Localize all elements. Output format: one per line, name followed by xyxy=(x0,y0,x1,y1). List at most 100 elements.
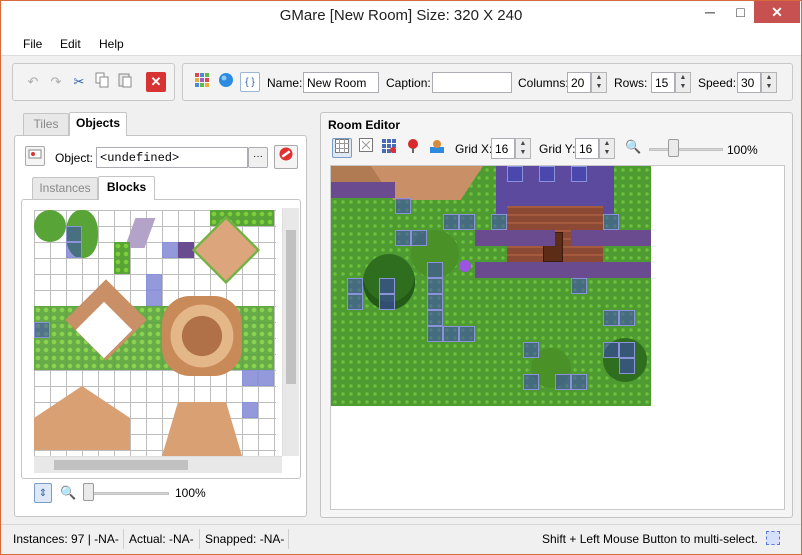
instance-marker[interactable] xyxy=(443,326,459,342)
instance-marker[interactable] xyxy=(427,310,443,326)
zoom-slider-track[interactable] xyxy=(83,492,169,495)
grid-y-input[interactable] xyxy=(575,138,599,159)
tile-grass xyxy=(114,242,130,274)
instance-marker[interactable] xyxy=(427,294,443,310)
menu-bar: File Edit Help xyxy=(1,32,801,56)
room-zoom-slider-thumb[interactable] xyxy=(667,139,679,157)
browse-object-button[interactable]: ··· xyxy=(248,147,268,168)
grid-icon[interactable] xyxy=(192,72,212,92)
tab-objects[interactable]: Objects xyxy=(69,112,127,136)
instance-marker[interactable] xyxy=(555,374,571,390)
instance-layer-icon[interactable] xyxy=(427,138,447,158)
instance-marker[interactable] xyxy=(539,166,555,182)
columns-label: Columns: xyxy=(518,76,569,90)
delete-icon[interactable]: ✕ xyxy=(146,72,166,92)
clear-object-icon[interactable] xyxy=(274,145,298,169)
room-name-input[interactable] xyxy=(303,72,379,93)
instance-marker[interactable] xyxy=(427,262,443,278)
instance-marker[interactable] xyxy=(443,214,459,230)
instance-marker[interactable] xyxy=(523,342,539,358)
snap-toggle-icon[interactable]: ⇕ xyxy=(34,483,52,503)
instance-marker[interactable] xyxy=(459,326,475,342)
instance-marker[interactable] xyxy=(491,214,507,230)
zoom-slider-thumb[interactable] xyxy=(83,483,94,501)
instance-marker[interactable] xyxy=(523,374,539,390)
tab-tiles[interactable]: Tiles xyxy=(23,113,69,135)
background-color-icon[interactable] xyxy=(216,72,236,92)
close-button[interactable]: ✕ xyxy=(754,1,800,23)
room-canvas[interactable] xyxy=(331,166,651,406)
menu-file[interactable]: File xyxy=(23,37,42,51)
blocks-tileset[interactable] xyxy=(34,210,276,456)
speed-stepper[interactable]: ▲ ▼ xyxy=(761,72,777,93)
blocks-vertical-scrollbar[interactable] xyxy=(282,208,299,456)
instance-marker[interactable] xyxy=(603,342,619,358)
paste-icon[interactable] xyxy=(115,72,135,92)
instance-marker[interactable] xyxy=(379,294,395,310)
block-marker xyxy=(66,242,82,258)
speed-label: Speed: xyxy=(698,76,737,90)
snap-grid-icon[interactable] xyxy=(356,138,376,158)
fence-row xyxy=(475,262,651,278)
grid-y-stepper[interactable]: ▲ ▼ xyxy=(599,138,615,159)
redo-icon[interactable]: ↷ xyxy=(46,72,66,92)
show-grid-icon[interactable] xyxy=(332,138,352,158)
instance-marker[interactable] xyxy=(427,278,443,294)
instance-marker[interactable] xyxy=(571,374,587,390)
room-canvas-viewport[interactable] xyxy=(330,165,785,510)
speed-input[interactable] xyxy=(737,72,761,93)
menu-help[interactable]: Help xyxy=(99,37,124,51)
object-layer-icon[interactable] xyxy=(403,138,423,158)
instance-marker[interactable] xyxy=(395,198,411,214)
tab-blocks[interactable]: Blocks xyxy=(98,176,155,200)
tile-dirt xyxy=(34,386,130,450)
scroll-thumb[interactable] xyxy=(286,230,296,384)
instance-marker[interactable] xyxy=(571,278,587,294)
tile-dirt xyxy=(162,402,242,456)
instance-marker[interactable] xyxy=(619,358,635,374)
minimize-button[interactable]: ─ xyxy=(693,1,727,23)
object-input[interactable] xyxy=(96,147,248,168)
room-editor-panel: Room Editor Grid X: ▲▼ Grid Y: ▲▼ 🔍 100% xyxy=(320,112,793,518)
instance-marker[interactable] xyxy=(347,294,363,310)
undo-icon[interactable]: ↶ xyxy=(23,72,43,92)
grid-x-input[interactable] xyxy=(491,138,515,159)
block-marker xyxy=(66,226,82,242)
tile-layer-icon[interactable] xyxy=(379,138,399,158)
room-zoom-percent: 100% xyxy=(727,143,758,157)
instance-marker[interactable] xyxy=(411,230,427,246)
caption-input[interactable] xyxy=(432,72,512,93)
instance-marker[interactable] xyxy=(427,326,443,342)
instance-marker[interactable] xyxy=(395,230,411,246)
instance-marker[interactable] xyxy=(459,214,475,230)
zoom-icon: 🔍 xyxy=(625,139,642,154)
instance-marker[interactable] xyxy=(619,310,635,326)
instance-marker[interactable] xyxy=(619,342,635,358)
blocks-view xyxy=(21,199,301,479)
instance-marker[interactable] xyxy=(379,278,395,294)
tab-instances[interactable]: Instances xyxy=(32,177,98,199)
instance-marker[interactable] xyxy=(571,166,587,182)
edit-toolbar: ↶ ↷ ✂ ✕ xyxy=(12,63,175,101)
scroll-thumb[interactable] xyxy=(54,460,188,470)
instance-marker[interactable] xyxy=(347,278,363,294)
room-zoom-slider-track[interactable] xyxy=(649,148,723,151)
columns-stepper[interactable]: ▲ ▼ xyxy=(591,72,607,93)
instance-marker[interactable] xyxy=(603,310,619,326)
instance-marker[interactable] xyxy=(603,214,619,230)
copy-icon[interactable] xyxy=(92,72,112,92)
blocks-horizontal-scrollbar[interactable] xyxy=(34,456,282,473)
block-marker xyxy=(242,370,258,386)
status-bar: Instances: 97 | -NA- Actual: -NA- Snappe… xyxy=(1,524,801,554)
maximize-button[interactable]: □ xyxy=(727,1,754,23)
code-icon[interactable]: { } xyxy=(240,72,260,92)
columns-input[interactable] xyxy=(567,72,591,93)
instance-marker[interactable] xyxy=(507,166,523,182)
menu-edit[interactable]: Edit xyxy=(60,37,81,51)
rows-input[interactable] xyxy=(651,72,675,93)
grid-x-stepper[interactable]: ▲ ▼ xyxy=(515,138,531,159)
cut-icon[interactable]: ✂ xyxy=(69,72,89,92)
rows-stepper[interactable]: ▲ ▼ xyxy=(675,72,691,93)
block-marker xyxy=(34,322,50,338)
app-window: GMare [New Room] Size: 320 X 240 ─ □ ✕ F… xyxy=(0,0,802,555)
